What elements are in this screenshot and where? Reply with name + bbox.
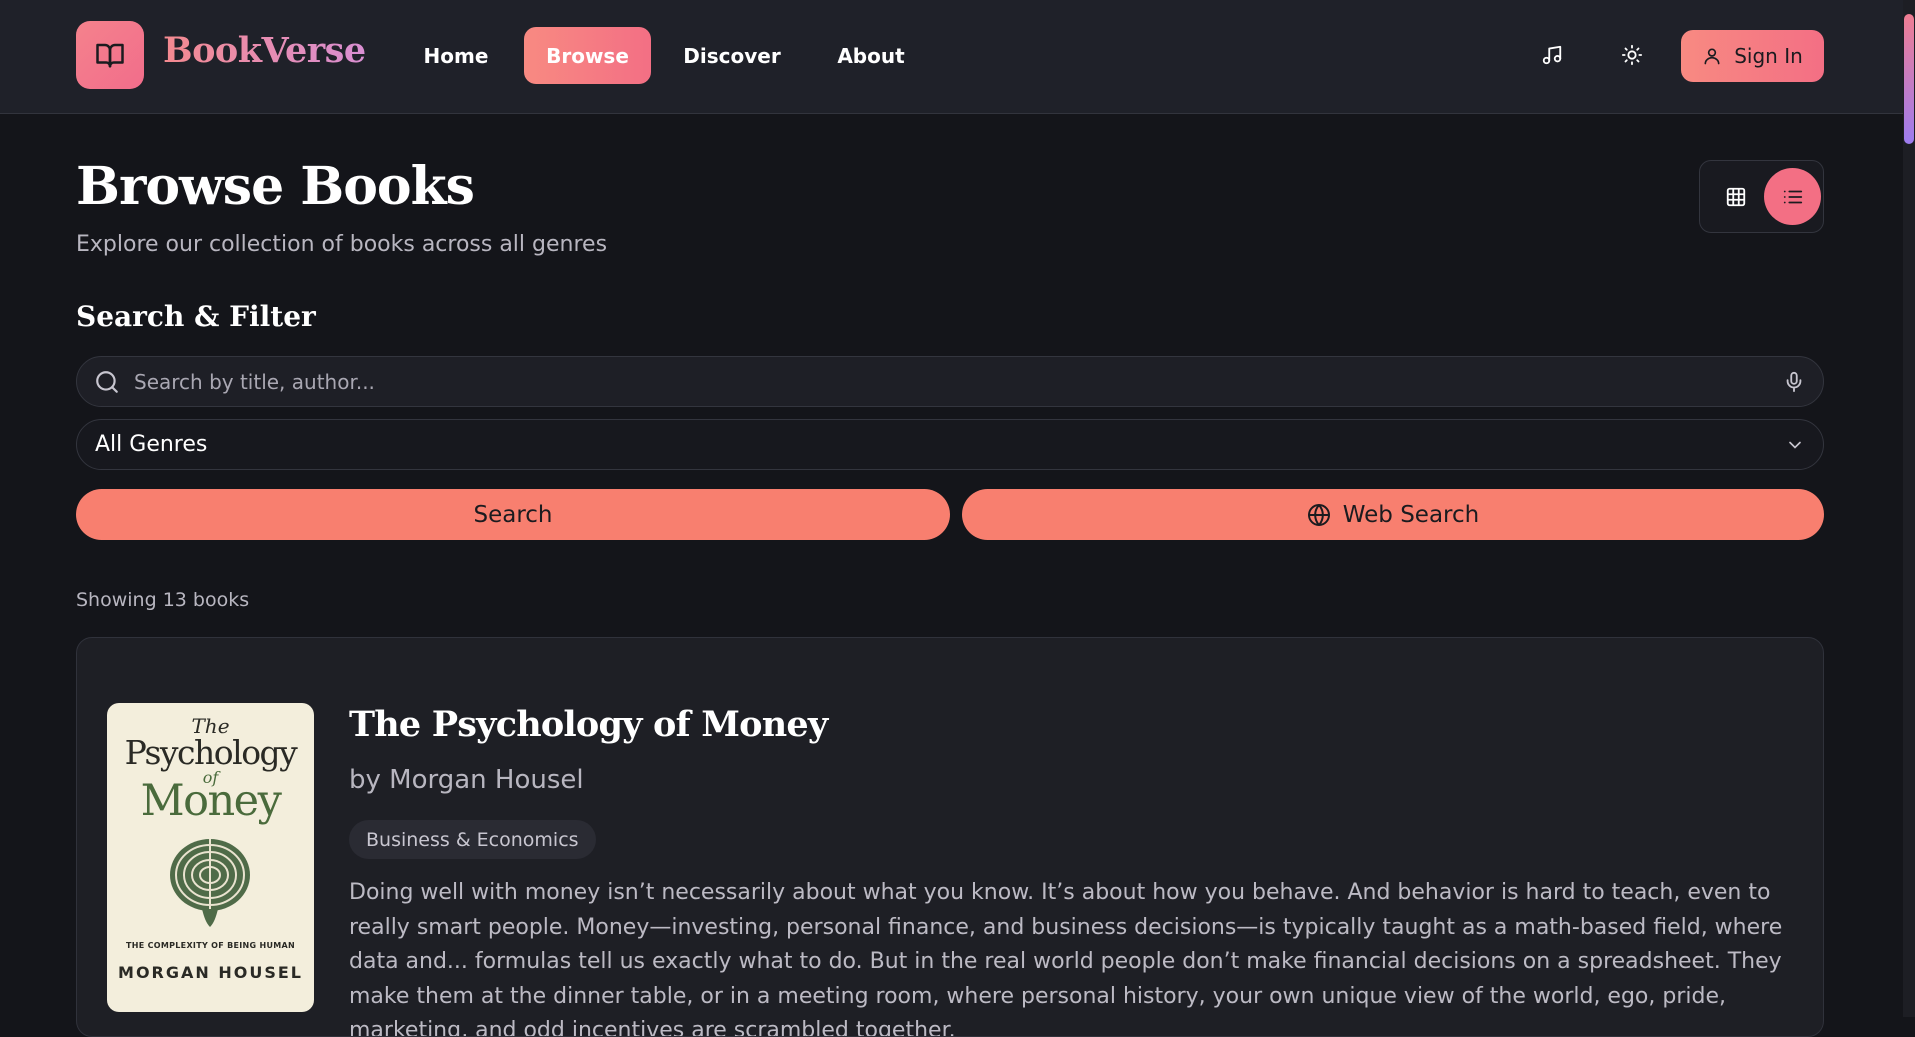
search-filter-heading: Search & Filter [76,300,316,333]
nav-home[interactable]: Home [411,27,501,84]
globe-icon [1307,503,1330,526]
sign-in-button[interactable]: Sign In [1681,30,1824,82]
sign-in-label: Sign In [1734,44,1803,68]
book-cover[interactable]: The Psychology of Money THE COMPLEXITY O… [107,703,314,1012]
search-icon [96,371,118,393]
genre-select-value: All Genres [95,432,208,457]
cover-author: MORGAN HOUSEL [118,963,303,982]
web-search-button-label: Web Search [1342,501,1480,528]
view-mode-toggle [1699,160,1824,233]
page-title: Browse Books [76,156,475,217]
book-author: by Morgan Housel [349,765,584,795]
brand-name[interactable]: BookVerse [163,30,366,71]
search-button-label: Search [473,501,553,528]
chevron-down-icon [1789,441,1801,449]
nav-about[interactable]: About [823,27,919,84]
cover-title-psychology: Psychology [124,733,298,772]
search-input[interactable] [134,357,1734,406]
top-navbar: BookVerse Home Browse Discover About Sig… [0,0,1903,114]
user-icon [1704,48,1720,65]
list-view-icon[interactable] [1764,168,1821,225]
cover-title-money: Money [140,776,282,826]
scrollbar-thumb[interactable] [1904,14,1914,144]
book-description: Doing well with money isn’t necessarily … [349,880,1783,1037]
sun-icon[interactable] [1610,33,1654,77]
results-count: Showing 13 books [76,589,250,611]
web-search-button[interactable]: Web Search [962,489,1824,540]
scrollbar[interactable] [1903,0,1915,1017]
nav-browse[interactable]: Browse [524,27,651,84]
cover-tagline: THE COMPLEXITY OF BEING HUMAN [125,941,296,950]
genre-badge: Business & Economics [349,820,596,859]
page-subtitle: Explore our collection of books across a… [76,232,608,257]
book-card[interactable]: The Psychology of Money THE COMPLEXITY O… [76,637,1824,1037]
brain-illustration [170,839,250,927]
nav-discover[interactable]: Discover [674,27,790,84]
logo-book-icon[interactable] [76,21,144,89]
grid-view-icon[interactable] [1707,168,1764,225]
book-title[interactable]: The Psychology of Money [349,704,828,745]
search-button[interactable]: Search [76,489,950,540]
microphone-icon[interactable] [1783,370,1805,394]
search-field [76,356,1824,407]
genre-select[interactable]: All Genres [76,419,1824,470]
music-note-icon[interactable] [1530,33,1574,77]
